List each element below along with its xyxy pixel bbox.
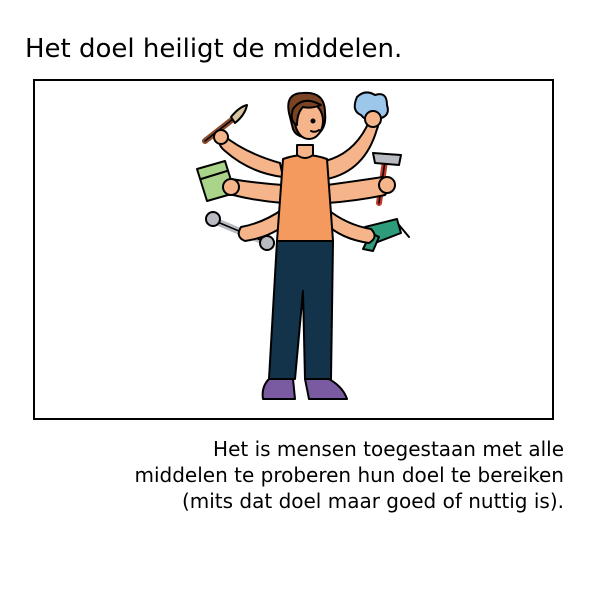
illustration-frame bbox=[33, 79, 554, 420]
caption-line: middelen te proberen hun doel te bereike… bbox=[134, 463, 564, 487]
person-icon bbox=[196, 91, 410, 400]
page-title: Het doel heiligt de middelen. bbox=[25, 34, 403, 64]
caption-line: Het is mensen toegestaan met alle bbox=[213, 437, 564, 461]
caption: Het is mensen toegestaan met alle middel… bbox=[24, 436, 564, 514]
caption-line: (mits dat doel maar goed of nuttig is). bbox=[181, 489, 564, 513]
